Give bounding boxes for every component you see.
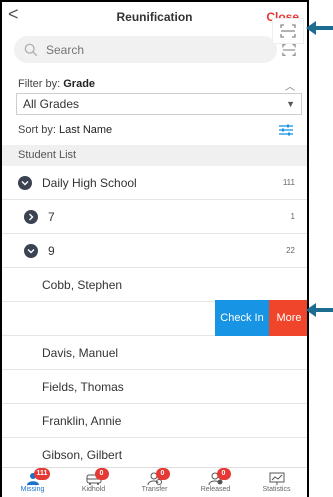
- tab-statistics[interactable]: Statistics: [246, 468, 307, 497]
- search-icon: [24, 43, 38, 56]
- filter-value: Grade: [63, 78, 96, 90]
- filter-label: Filter by: Grade: [18, 78, 96, 90]
- student-row[interactable]: Franklin, Annie: [2, 404, 307, 438]
- student-name: Cobb, Stephen: [42, 277, 123, 292]
- header: < Reunification Close: [2, 2, 307, 32]
- chevron-down-icon: [24, 243, 38, 258]
- tab-transfer[interactable]: 0 Transfer: [124, 468, 185, 497]
- school-name: Daily High School: [42, 175, 137, 190]
- school-count: 111: [282, 178, 295, 187]
- grade-row[interactable]: 7 1: [2, 200, 307, 234]
- annotation-arrow-icon: [306, 21, 333, 35]
- caret-down-icon: ▼: [286, 99, 295, 109]
- more-button[interactable]: More: [269, 300, 307, 336]
- student-list-header: Student List: [2, 145, 307, 166]
- scan-icon: [280, 24, 296, 38]
- grade-count: 1: [290, 212, 295, 221]
- grade-name: 9: [48, 243, 55, 258]
- tab-missing[interactable]: 111 Missing: [2, 468, 63, 497]
- bottom-tab-bar: 111 Missing 0 Kidhold 0 Transfer 0 Relea…: [2, 467, 307, 497]
- grade-row[interactable]: 9 22: [2, 234, 307, 268]
- grade-count: 22: [286, 246, 295, 255]
- student-name: Fields, Thomas: [42, 379, 124, 394]
- chart-icon: [269, 472, 284, 485]
- missing-badge: 111: [33, 468, 51, 480]
- transfer-badge: 0: [155, 468, 170, 480]
- chevron-down-icon: [18, 175, 32, 190]
- chevron-up-icon[interactable]: ︿: [285, 78, 295, 93]
- grade-select[interactable]: All Grades ▼: [16, 93, 302, 115]
- page-title: Reunification: [116, 10, 193, 24]
- grade-select-value: All Grades: [23, 97, 80, 111]
- student-row[interactable]: Cobb, Stephen: [2, 268, 307, 302]
- annotation-arrow-icon: [306, 303, 333, 317]
- kidhold-badge: 0: [94, 468, 109, 480]
- sort-label: Sort by: Last Name: [18, 124, 113, 136]
- sort-value: Last Name: [58, 124, 113, 136]
- search-bar[interactable]: [14, 36, 277, 63]
- scan-icon: [282, 44, 296, 56]
- tab-kidhold[interactable]: 0 Kidhold: [63, 468, 124, 497]
- student-row[interactable]: Davis, Manuel: [2, 336, 307, 370]
- sliders-icon[interactable]: [279, 124, 293, 136]
- student-name: Franklin, Annie: [42, 413, 122, 428]
- search-input[interactable]: [46, 42, 246, 57]
- tab-released[interactable]: 0 Released: [185, 468, 246, 497]
- chevron-right-icon: [24, 209, 38, 224]
- school-row[interactable]: Daily High School 111: [2, 166, 307, 200]
- scan-button[interactable]: [278, 40, 300, 60]
- phone-screen: < Reunification Close Filter by: Grade ︿…: [0, 0, 309, 497]
- released-badge: 0: [216, 468, 231, 480]
- grade-name: 7: [48, 209, 55, 224]
- check-in-button[interactable]: Check In: [215, 300, 269, 336]
- student-name: Gibson, Gilbert: [42, 447, 123, 462]
- student-row-swiped[interactable]: Check In More: [2, 300, 307, 336]
- student-row[interactable]: Fields, Thomas: [2, 370, 307, 404]
- student-name: Davis, Manuel: [42, 345, 119, 360]
